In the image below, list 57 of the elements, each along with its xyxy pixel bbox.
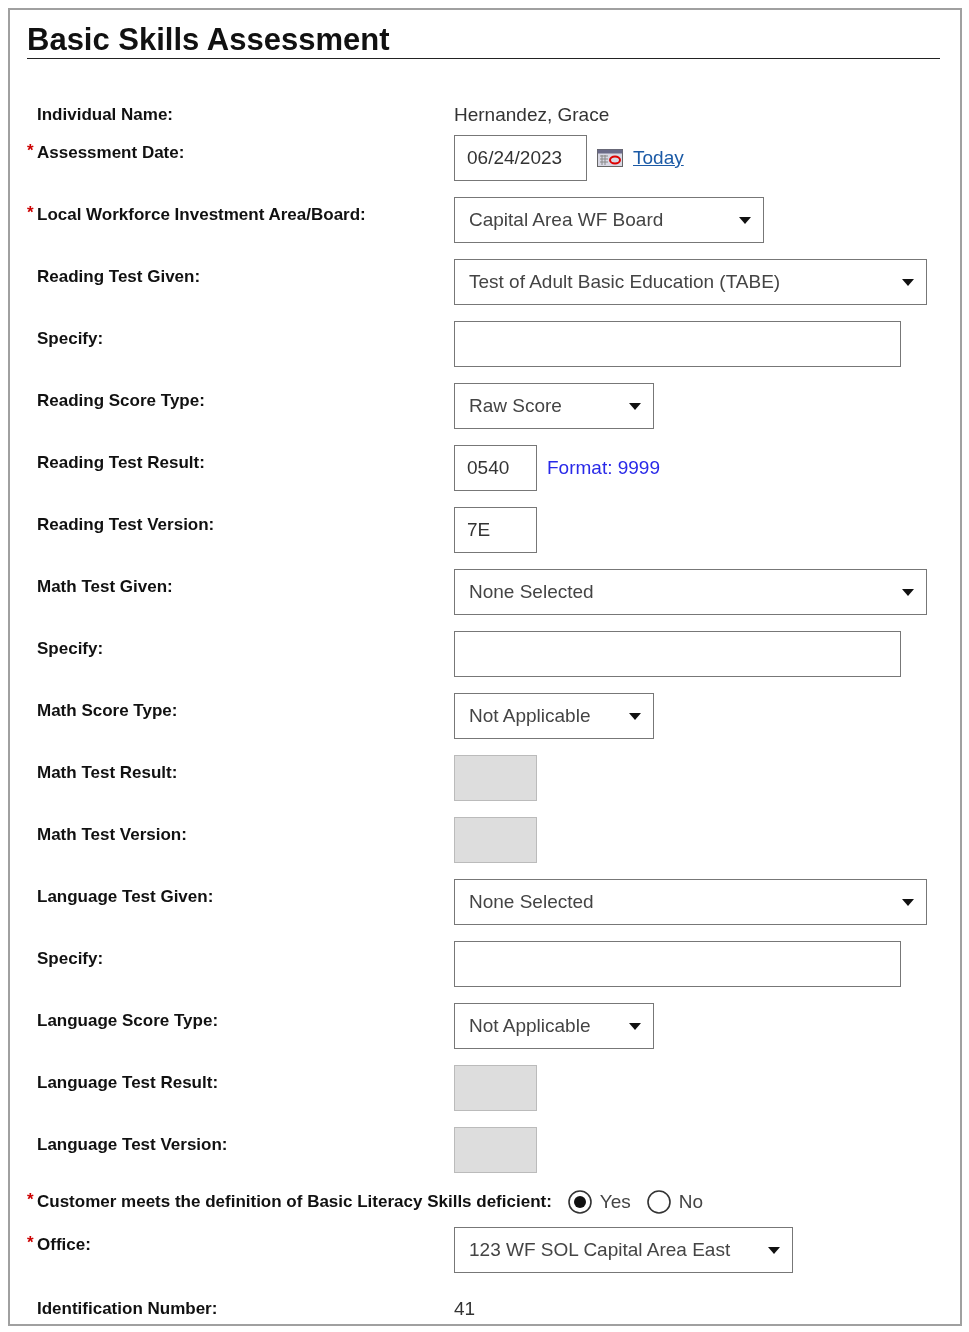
dropdown[interactable]: Not Applicable [454,1003,654,1049]
format-hint: Format: 9999 [547,457,660,479]
field-label: Specify: [36,329,104,349]
field-label: Language Test Given: [36,887,214,907]
field-label: Specify: [36,639,104,659]
dropdown[interactable]: Not Applicable [454,693,654,739]
field-label: Math Test Version: [36,825,187,845]
field-label: Identification Number: [36,1299,218,1319]
field-value: 41 [454,1298,476,1320]
radio-label: No [678,1191,704,1213]
dropdown[interactable]: None Selected [454,569,927,615]
today-link[interactable]: Today [633,147,684,169]
dropdown-caret-icon [902,278,914,286]
dropdown-caret-icon [629,712,641,720]
field-label: Language Test Result: [36,1073,219,1093]
field-label: Customer meets the definition of Basic Literacy Skills deficient: [36,1192,552,1212]
dropdown[interactable]: 123 WF SOL Capital Area East [454,1227,793,1273]
dropdown[interactable]: Raw Score [454,383,654,429]
input-field[interactable] [454,941,901,987]
page-title: Basic Skills Assessment [27,22,391,58]
field-label: Assessment Date: [36,143,185,163]
field-label: Math Test Given: [36,577,173,597]
dropdown[interactable]: Test of Adult Basic Education (TABE) [454,259,927,305]
calendar-icon[interactable] [597,149,623,167]
field-label: Individual Name: [36,105,174,125]
radio-button[interactable] [567,1190,592,1214]
field-label: Reading Test Version: [36,515,215,535]
required-mark: * [27,205,35,221]
field-label: Reading Test Given: [36,267,201,287]
field-label: Specify: [36,949,104,969]
dropdown-caret-icon [768,1246,780,1254]
dropdown-caret-icon [902,588,914,596]
required-mark: * [27,143,35,159]
dropdown-caret-icon [739,216,751,224]
date-field[interactable]: 06/24/2023 [454,135,587,181]
dropdown-caret-icon [629,402,641,410]
input-field[interactable]: 0540 [454,445,537,491]
field-label: Language Score Type: [36,1011,219,1031]
dropdown[interactable]: None Selected [454,879,927,925]
dropdown-caret-icon [629,1022,641,1030]
field-label: Office: [36,1235,91,1255]
field-label: Math Test Result: [36,763,178,783]
field-label: Math Score Type: [36,701,178,721]
input-field[interactable]: 7E [454,507,537,553]
dropdown[interactable]: Capital Area WF Board [454,197,764,243]
field-label: Reading Test Result: [36,453,205,473]
input-field[interactable] [454,631,901,677]
required-mark: * [27,1192,35,1208]
dropdown-caret-icon [902,898,914,906]
radio-label: Yes [599,1191,631,1213]
input-field[interactable] [454,321,901,367]
field-label: Local Workforce Investment Area/Board: [36,205,366,225]
radio-button[interactable] [646,1190,671,1214]
field-value: Hernandez, Grace [454,104,610,126]
required-mark: * [27,1235,35,1251]
field-label: Reading Score Type: [36,391,205,411]
field-label: Language Test Version: [36,1135,228,1155]
